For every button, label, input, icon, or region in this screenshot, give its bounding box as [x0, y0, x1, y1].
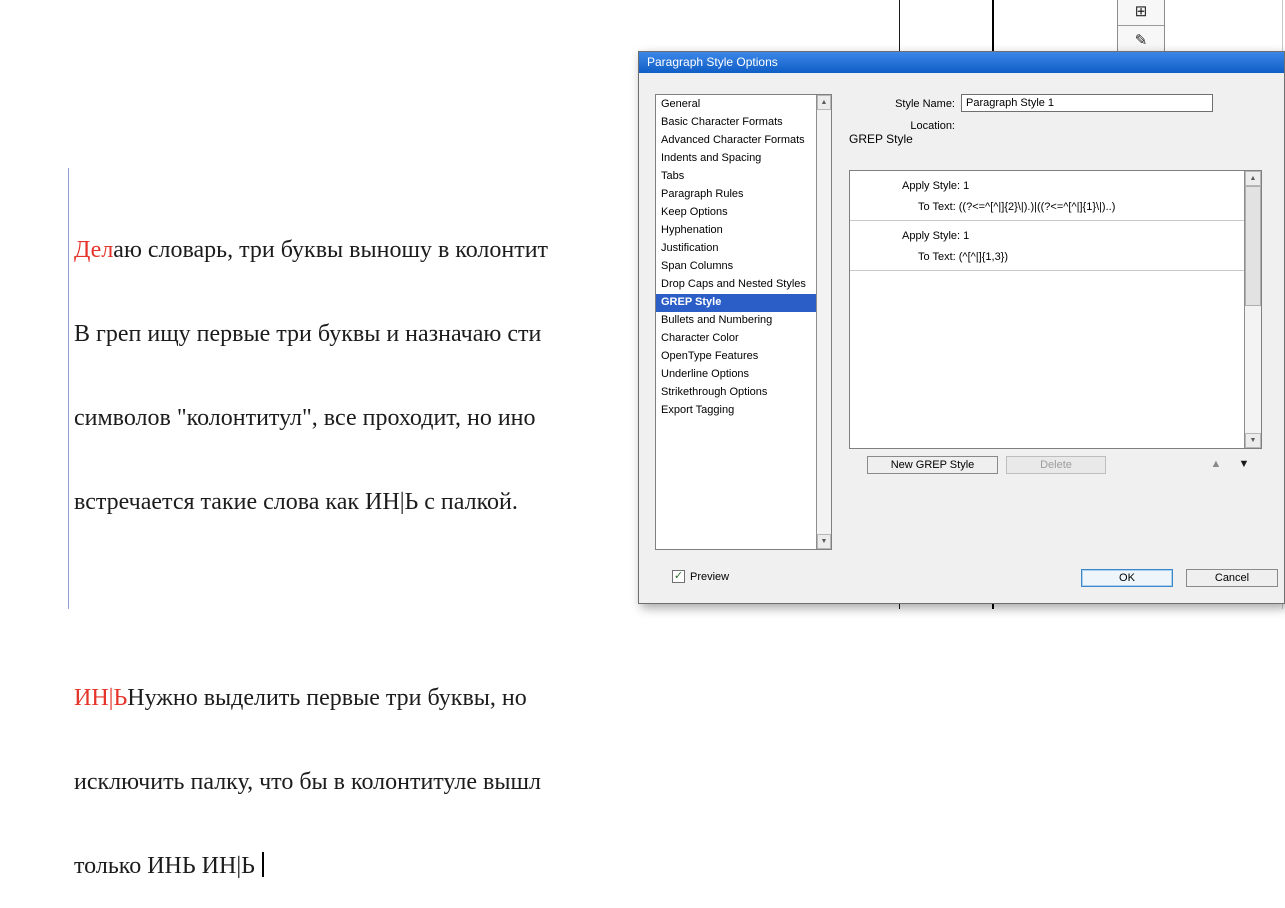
ok-button[interactable]: OK: [1081, 569, 1173, 587]
body-text: Нужно выделить первые три буквы, но: [127, 685, 527, 711]
document-text-line: Делаю словарь, три буквы выношу в колонт…: [74, 236, 548, 264]
cancel-button[interactable]: Cancel: [1186, 569, 1278, 587]
sidebar-item-strikethrough-options[interactable]: Strikethrough Options: [656, 384, 816, 402]
scroll-down-icon[interactable]: ▼: [1245, 433, 1261, 448]
text-cursor: [261, 852, 264, 877]
sidebar-item-character-color[interactable]: Character Color: [656, 330, 816, 348]
sidebar-item-basic-character-formats[interactable]: Basic Character Formats: [656, 114, 816, 132]
sidebar-item-grep-style[interactable]: GREP Style: [656, 294, 816, 312]
preview-checkbox[interactable]: ✓: [672, 570, 685, 583]
style-name-label: Style Name:: [895, 98, 955, 110]
scrollbar-track[interactable]: [817, 110, 831, 534]
body-text: только ИНЬ ИН|Ь: [74, 853, 255, 879]
scroll-down-icon[interactable]: ▼: [817, 534, 831, 549]
body-text: аю словарь, три буквы выношу в колонтит: [113, 237, 549, 263]
scrollbar-thumb[interactable]: [1245, 186, 1261, 306]
body-text: символов "колонтитул", все проходит, но …: [74, 405, 536, 431]
document-text-line: исключить палку, что бы в колонтитуле вы…: [74, 768, 548, 796]
document-text-frame[interactable]: Делаю словарь, три буквы выношу в колонт…: [74, 180, 548, 908]
sidebar-item-indents-and-spacing[interactable]: Indents and Spacing: [656, 150, 816, 168]
sidebar-item-underline-options[interactable]: Underline Options: [656, 366, 816, 384]
transform-tool-icon: ⊞: [1134, 3, 1148, 20]
tool-button-top[interactable]: ⊞: [1118, 0, 1164, 26]
text-frame-edge: [68, 168, 69, 609]
sidebar-item-keep-options[interactable]: Keep Options: [656, 204, 816, 222]
sidebar-item-drop-caps-nested-styles[interactable]: Drop Caps and Nested Styles: [656, 276, 816, 294]
move-up-button[interactable]: ▲: [1207, 455, 1225, 473]
document-text-line: В греп ищу первые три буквы и назначаю с…: [74, 320, 548, 348]
style-name-input[interactable]: [961, 94, 1213, 112]
paragraph-style-options-dialog: Paragraph Style Options General Basic Ch…: [638, 51, 1285, 604]
sidebar-item-export-tagging[interactable]: Export Tagging: [656, 402, 816, 420]
grep-styled-text: Дел: [74, 237, 114, 263]
sidebar-item-justification[interactable]: Justification: [656, 240, 816, 258]
sidebar-item-opentype-features[interactable]: OpenType Features: [656, 348, 816, 366]
sidebar-item-bullets-and-numbering[interactable]: Bullets and Numbering: [656, 312, 816, 330]
sidebar-item-paragraph-rules[interactable]: Paragraph Rules: [656, 186, 816, 204]
preview-option: ✓ Preview: [672, 570, 729, 583]
grep-rules-box: Apply Style: 1 To Text: ((?<=^[^|]{2}\|)…: [849, 170, 1262, 449]
grep-rule-row[interactable]: Apply Style: 1 To Text: (^[^|]{1,3}): [850, 221, 1244, 271]
grep-styled-text: ИН|Ь: [74, 685, 128, 711]
scroll-up-icon[interactable]: ▲: [1245, 171, 1261, 186]
category-list-scrollbar[interactable]: ▲ ▼: [816, 95, 831, 549]
document-text-line: только ИНЬ ИН|Ь: [74, 852, 548, 880]
body-text: встречается такие слова как ИН|Ь с палко…: [74, 489, 518, 515]
style-category-list: General Basic Character Formats Advanced…: [655, 94, 832, 550]
grep-style-section-title: GREP Style: [849, 132, 913, 146]
grep-box-scrollbar[interactable]: ▲ ▼: [1244, 171, 1261, 448]
body-text: В греп ищу первые три буквы и назначаю с…: [74, 321, 542, 347]
move-down-button[interactable]: ▼: [1235, 455, 1253, 473]
grep-apply-style[interactable]: Apply Style: 1: [850, 226, 1244, 247]
document-text-line: встречается такие слова как ИН|Ь с палко…: [74, 488, 548, 516]
preview-label: Preview: [690, 570, 730, 583]
tool-button-bottom[interactable]: ✎: [1118, 26, 1164, 54]
sidebar-item-advanced-character-formats[interactable]: Advanced Character Formats: [656, 132, 816, 150]
grep-to-text[interactable]: To Text: ((?<=^[^|]{2}\|).)|((?<=^[^|]{1…: [850, 197, 1244, 218]
document-text-line: ИН|ЬНужно выделить первые три буквы, но: [74, 684, 548, 712]
location-label: Location:: [910, 120, 955, 132]
scrollbar-track[interactable]: [1245, 186, 1261, 433]
document-text-line: символов "колонтитул", все проходит, но …: [74, 404, 548, 432]
body-text: исключить палку, что бы в колонтитуле вы…: [74, 769, 541, 795]
delete-button[interactable]: Delete: [1006, 456, 1106, 474]
grep-rule-row[interactable]: Apply Style: 1 To Text: ((?<=^[^|]{2}\|)…: [850, 171, 1244, 221]
sidebar-item-hyphenation[interactable]: Hyphenation: [656, 222, 816, 240]
new-grep-style-button[interactable]: New GREP Style: [867, 456, 998, 474]
tools-panel: ⊞ ✎: [1117, 0, 1165, 55]
dialog-titlebar[interactable]: Paragraph Style Options: [639, 52, 1284, 73]
grep-to-text[interactable]: To Text: (^[^|]{1,3}): [850, 247, 1244, 268]
pen-tool-icon: ✎: [1134, 32, 1148, 49]
checkmark-icon: ✓: [673, 570, 684, 582]
sidebar-item-span-columns[interactable]: Span Columns: [656, 258, 816, 276]
sidebar-item-tabs[interactable]: Tabs: [656, 168, 816, 186]
dialog-title: Paragraph Style Options: [647, 55, 778, 69]
sidebar-item-general[interactable]: General: [656, 96, 816, 114]
grep-apply-style[interactable]: Apply Style: 1: [850, 176, 1244, 197]
